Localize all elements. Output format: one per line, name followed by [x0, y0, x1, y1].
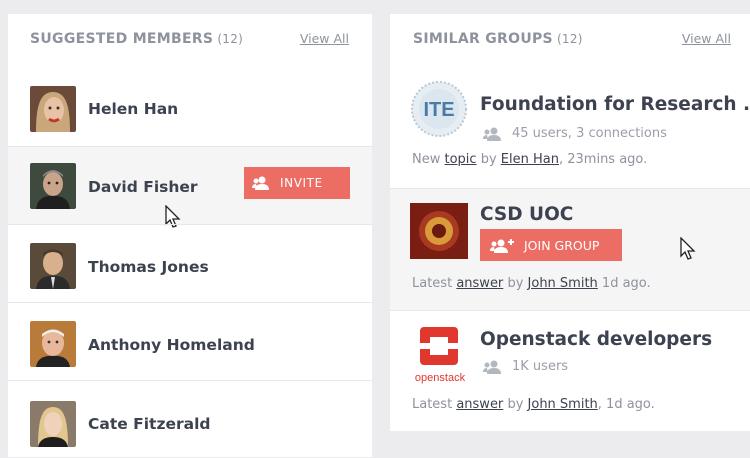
group-logo	[410, 203, 468, 259]
group-title[interactable]: Openstack developers	[480, 329, 712, 350]
join-group-label: JOIN GROUP	[524, 237, 600, 253]
avatar	[30, 86, 76, 132]
member-row[interactable]: Cate Fitzerald	[8, 380, 372, 458]
group-activity: New topic by Elen Han, 23mins ago.	[412, 152, 647, 167]
group-meta: 45 users, 3 connections	[482, 126, 667, 141]
join-group-button[interactable]: JOIN GROUP	[480, 229, 622, 261]
group-meta-text: 45 users, 3 connections	[512, 126, 667, 141]
activity-user-link[interactable]: Elen Han	[501, 152, 559, 167]
member-row[interactable]: Helen Han	[8, 68, 372, 146]
member-name[interactable]: Helen Han	[88, 100, 178, 118]
member-name[interactable]: Cate Fitzerald	[88, 415, 211, 433]
group-title[interactable]: Foundation for Research ...	[480, 94, 750, 115]
group-logo: ITE	[410, 80, 468, 138]
activity-by: by	[507, 397, 524, 412]
avatar	[30, 401, 76, 447]
member-name[interactable]: Thomas Jones	[88, 258, 209, 276]
add-user-icon	[252, 176, 269, 190]
activity-link[interactable]: answer	[456, 397, 503, 412]
activity-user-link[interactable]: John Smith	[528, 276, 598, 291]
group-logo: openstack	[408, 327, 472, 385]
member-row[interactable]: David Fisher INVITE	[8, 146, 372, 228]
group-logo-text: openstack	[415, 372, 466, 384]
member-row[interactable]: Anthony Homeland	[8, 302, 372, 381]
group-activity: Latest answer by John Smith, 1d ago.	[412, 397, 655, 412]
activity-time: 1d ago.	[597, 276, 651, 291]
group-row[interactable]: ITE Foundation for Research ... 45 users…	[390, 68, 750, 188]
users-icon	[483, 360, 501, 374]
avatar	[30, 163, 76, 209]
group-row[interactable]: openstack Openstack developers 1K users …	[390, 310, 750, 432]
add-users-icon	[490, 238, 514, 253]
similar-groups-panel: SIMILAR GROUPS (12) View All ITE Foundati…	[390, 14, 750, 431]
suggested-members-header: SUGGESTED MEMBERS (12) View All	[8, 14, 372, 64]
activity-by: by	[480, 152, 497, 167]
view-all-groups-link[interactable]: View All	[682, 31, 731, 46]
activity-prefix: Latest	[412, 397, 453, 412]
group-activity: Latest answer by John Smith 1d ago.	[412, 276, 651, 291]
member-row[interactable]: Thomas Jones	[8, 224, 372, 303]
suggested-members-panel: SUGGESTED MEMBERS (12) View All Helen Han…	[8, 14, 372, 457]
similar-groups-title: SIMILAR GROUPS (12)	[413, 31, 583, 47]
similar-groups-header: SIMILAR GROUPS (12) View All	[390, 14, 750, 64]
activity-link[interactable]: topic	[445, 152, 477, 167]
view-all-members-link[interactable]: View All	[300, 31, 349, 46]
suggested-members-title: SUGGESTED MEMBERS (12)	[30, 31, 243, 47]
member-name[interactable]: David Fisher	[88, 178, 198, 196]
group-title[interactable]: CSD UOC	[480, 204, 573, 225]
activity-prefix: Latest	[412, 276, 453, 291]
similar-groups-title-text: SIMILAR GROUPS	[413, 31, 553, 47]
activity-prefix: New	[412, 152, 441, 167]
mouse-cursor-icon	[680, 237, 696, 260]
activity-link[interactable]: answer	[456, 276, 503, 291]
activity-by: by	[507, 276, 524, 291]
group-meta-text: 1K users	[512, 359, 569, 374]
avatar	[30, 321, 76, 367]
invite-label: INVITE	[280, 176, 323, 190]
activity-user-link[interactable]: John Smith	[528, 397, 598, 412]
invite-button[interactable]: INVITE	[244, 167, 350, 199]
activity-time: , 1d ago.	[597, 397, 655, 412]
suggested-members-count: (12)	[217, 32, 244, 46]
avatar	[30, 243, 76, 289]
member-name[interactable]: Anthony Homeland	[88, 336, 255, 354]
similar-groups-count: (12)	[556, 32, 583, 46]
group-row[interactable]: CSD UOC JOIN GROUP Latest answer by John…	[390, 188, 750, 311]
group-logo-text: ITE	[423, 99, 454, 121]
activity-time: , 23mins ago.	[558, 152, 648, 167]
suggested-members-title-text: SUGGESTED MEMBERS	[30, 31, 214, 47]
users-icon	[483, 127, 501, 141]
group-meta: 1K users	[482, 359, 568, 374]
